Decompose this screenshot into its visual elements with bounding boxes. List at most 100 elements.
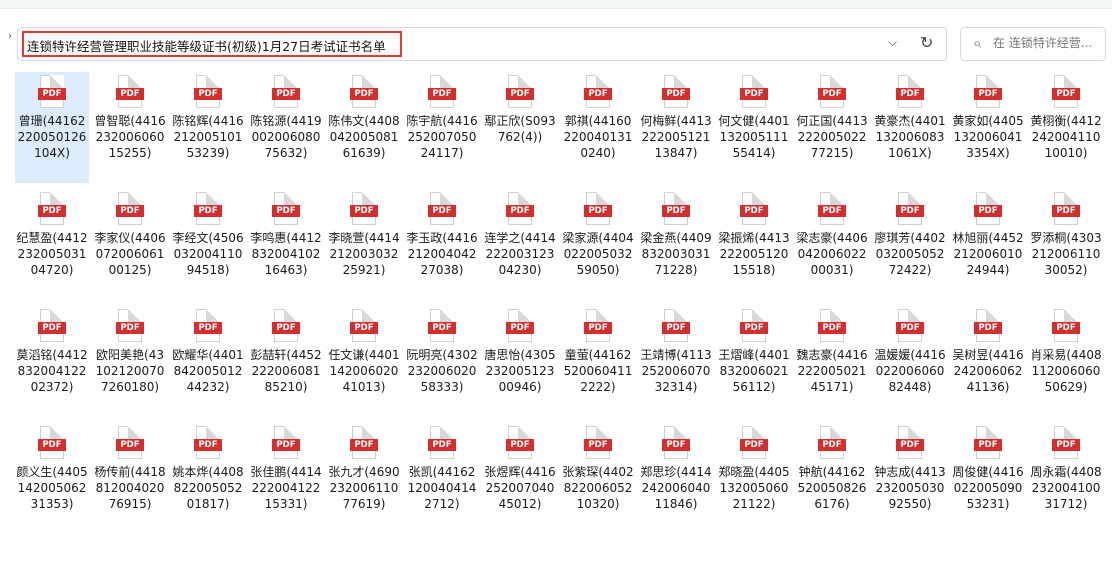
file-item[interactable]: PDF 温媛媛(441602200606082448) bbox=[873, 306, 947, 417]
file-item[interactable]: PDF 曾珊(44162220050126104X) bbox=[15, 72, 89, 183]
file-item[interactable]: PDF 陈伟文(440804200508161639) bbox=[327, 72, 401, 183]
file-item[interactable]: PDF 李晓萱(441421200303225921) bbox=[327, 189, 401, 300]
file-item[interactable]: PDF 李玉政(441621200404227038) bbox=[405, 189, 479, 300]
address-bar[interactable]: 连锁特许经营管理职业技能等级证书(初级)1月27日考试证书名单 ⌵ ↻ bbox=[17, 27, 947, 61]
pdf-badge: PDF bbox=[428, 205, 456, 217]
file-item[interactable]: PDF 莫滔铭(441283200412202372) bbox=[15, 306, 89, 417]
file-name: 黄家如(44051320060413354X) bbox=[952, 114, 1024, 160]
file-name: 温媛媛(441602200606082448) bbox=[874, 348, 946, 394]
file-name: 郭祺(441602200401310240) bbox=[563, 114, 633, 160]
file-item[interactable]: PDF 林旭丽(445221200601024944) bbox=[951, 189, 1025, 300]
file-item[interactable]: PDF 梁振烯(441322200512015518) bbox=[717, 189, 791, 300]
file-item[interactable]: PDF 陈宇航(441625200705024117) bbox=[405, 72, 479, 183]
file-item[interactable]: PDF 吴树昱(441624200606241136) bbox=[951, 306, 1025, 417]
pdf-file-icon: PDF bbox=[38, 309, 66, 343]
file-item[interactable]: PDF 张紫琛(440282200605210320) bbox=[561, 423, 635, 534]
file-name: 彭喆轩(445222200608185210) bbox=[250, 348, 322, 394]
pdf-file-icon: PDF bbox=[38, 426, 66, 460]
file-item[interactable]: PDF 欧阳美艳(431021200707260180) bbox=[93, 306, 167, 417]
pdf-file-icon: PDF bbox=[1052, 75, 1080, 109]
pdf-file-icon: PDF bbox=[272, 309, 300, 343]
file-item[interactable]: PDF 郭祺(441602200401310240) bbox=[561, 72, 635, 183]
file-item[interactable]: PDF 唐思怡(430523200512300946) bbox=[483, 306, 557, 417]
address-path[interactable]: 连锁特许经营管理职业技能等级证书(初级)1月27日考试证书名单 bbox=[22, 31, 402, 57]
pdf-badge: PDF bbox=[818, 322, 846, 334]
file-item[interactable]: PDF 欧耀华(440184200501244232) bbox=[171, 306, 245, 417]
file-item[interactable]: PDF 肖采易(440811200606050629) bbox=[1029, 306, 1103, 417]
chevron-down-icon[interactable]: ⌵ bbox=[888, 35, 897, 50]
file-item[interactable]: PDF 姚本烨(440882200505201817) bbox=[171, 423, 245, 534]
file-item[interactable]: PDF 杨传前(441881200402076915) bbox=[93, 423, 167, 534]
file-item[interactable]: PDF 李经文(450603200411094518) bbox=[171, 189, 245, 300]
file-item[interactable]: PDF 张佳鹏(441422200412215331) bbox=[249, 423, 323, 534]
pdf-badge: PDF bbox=[428, 88, 456, 100]
file-item[interactable]: PDF 钟志成(441323200503092550) bbox=[873, 423, 947, 534]
file-name: 陈宇航(441625200705024117) bbox=[406, 114, 478, 160]
file-item[interactable]: PDF 郑晓盈(440513200506021122) bbox=[717, 423, 791, 534]
file-item[interactable]: PDF 彭喆轩(445222200608185210) bbox=[249, 306, 323, 417]
file-item[interactable]: PDF 任文谦(440114200602041013) bbox=[327, 306, 401, 417]
file-item[interactable]: PDF 梁志豪(440604200602200031) bbox=[795, 189, 869, 300]
pdf-badge: PDF bbox=[662, 88, 690, 100]
file-item[interactable]: PDF 周俊健(441602200509053231) bbox=[951, 423, 1025, 534]
file-name: 张凯(441621200404142712) bbox=[407, 465, 477, 511]
file-item[interactable]: PDF 王靖博(411325200607032314) bbox=[639, 306, 713, 417]
file-item[interactable]: PDF 周永霜(440823200410031712) bbox=[1029, 423, 1103, 534]
file-item[interactable]: PDF 连学之(441422200312304230) bbox=[483, 189, 557, 300]
file-item[interactable]: PDF 鄢正欣(S093762(4)) bbox=[483, 72, 557, 183]
file-name: 陈伟文(440804200508161639) bbox=[328, 114, 400, 160]
file-name: 张佳鹏(441422200412215331) bbox=[250, 465, 322, 511]
file-item[interactable]: PDF 陈铭辉(441621200510153239) bbox=[171, 72, 245, 183]
pdf-file-icon: PDF bbox=[116, 75, 144, 109]
pdf-file-icon: PDF bbox=[116, 192, 144, 226]
file-item[interactable]: PDF 李鸣惠(441283200410216463) bbox=[249, 189, 323, 300]
file-grid: PDF 曾珊(44162220050126104X) PDF 曾智聪(44162320… bbox=[15, 72, 1109, 534]
file-item[interactable]: PDF 魏志豪(441622200502145171) bbox=[795, 306, 869, 417]
pdf-file-icon: PDF bbox=[584, 309, 612, 343]
file-name: 郑思珍(441424200604011846) bbox=[640, 465, 712, 511]
file-item[interactable]: PDF 罗添桐(430321200611030052) bbox=[1029, 189, 1103, 300]
file-item[interactable]: PDF 梁家源(440402200503259050) bbox=[561, 189, 635, 300]
file-name: 张紫琛(440282200605210320) bbox=[562, 465, 634, 511]
file-item[interactable]: PDF 童萤(441625200604112222) bbox=[561, 306, 635, 417]
file-item[interactable]: PDF 李家仪(440607200606100125) bbox=[93, 189, 167, 300]
pdf-file-icon: PDF bbox=[740, 192, 768, 226]
file-item[interactable]: PDF 黄豪杰(44011320060831061X) bbox=[873, 72, 947, 183]
file-name: 黄栩衡(441224200411010010) bbox=[1030, 114, 1102, 160]
pdf-file-icon: PDF bbox=[194, 426, 222, 460]
pdf-file-icon: PDF bbox=[272, 75, 300, 109]
file-item[interactable]: PDF 曾智聪(441623200606015255) bbox=[93, 72, 167, 183]
pdf-badge: PDF bbox=[896, 205, 924, 217]
file-item[interactable]: PDF 陈铭源(441900200608075632) bbox=[249, 72, 323, 183]
file-item[interactable]: PDF 黄家如(44051320060413354X) bbox=[951, 72, 1025, 183]
file-item[interactable]: PDF 颜义生(440514200506231353) bbox=[15, 423, 89, 534]
pdf-file-icon: PDF bbox=[428, 426, 456, 460]
file-name: 周俊健(441602200509053231) bbox=[952, 465, 1024, 511]
file-item[interactable]: PDF 阮明亮(430223200602058333) bbox=[405, 306, 479, 417]
chevron-right-icon[interactable]: › bbox=[8, 31, 12, 42]
search-input[interactable] bbox=[993, 36, 1105, 50]
pdf-file-icon: PDF bbox=[350, 309, 378, 343]
file-name: 李玉政(441621200404227038) bbox=[406, 231, 478, 277]
pdf-badge: PDF bbox=[818, 88, 846, 100]
file-item[interactable]: PDF 钟航(441625200508266176) bbox=[795, 423, 869, 534]
file-item[interactable]: PDF 张九才(469023200611077619) bbox=[327, 423, 401, 534]
refresh-icon[interactable]: ↻ bbox=[920, 33, 933, 52]
file-item[interactable]: PDF 纪慧盈(441223200503104720) bbox=[15, 189, 89, 300]
pdf-file-icon: PDF bbox=[272, 192, 300, 226]
file-item[interactable]: PDF 何梅鲜(441322200512113847) bbox=[639, 72, 713, 183]
pdf-badge: PDF bbox=[194, 322, 222, 334]
search-box[interactable]: ⌕ bbox=[960, 27, 1106, 61]
pdf-file-icon: PDF bbox=[896, 75, 924, 109]
file-item[interactable]: PDF 何正国(441322200502277215) bbox=[795, 72, 869, 183]
file-item[interactable]: PDF 郑思珍(441424200604011846) bbox=[639, 423, 713, 534]
file-item[interactable]: PDF 何文健(440113200511155414) bbox=[717, 72, 791, 183]
file-item[interactable]: PDF 王熠峰(440183200602156112) bbox=[717, 306, 791, 417]
file-name: 陈铭源(441900200608075632) bbox=[250, 114, 322, 160]
file-item[interactable]: PDF 张凯(441621200404142712) bbox=[405, 423, 479, 534]
file-item[interactable]: PDF 黄栩衡(441224200411010010) bbox=[1029, 72, 1103, 183]
file-item[interactable]: PDF 梁金燕(440983200303171228) bbox=[639, 189, 713, 300]
file-item[interactable]: PDF 张煜辉(441625200704045012) bbox=[483, 423, 557, 534]
file-item[interactable]: PDF 廖琪芳(440203200505272422) bbox=[873, 189, 947, 300]
pdf-file-icon: PDF bbox=[740, 426, 768, 460]
